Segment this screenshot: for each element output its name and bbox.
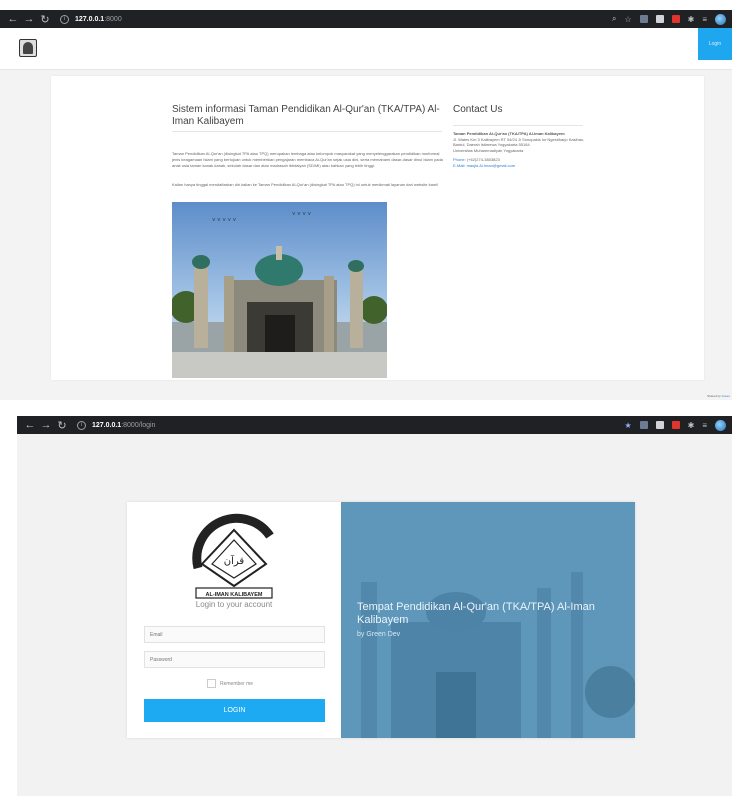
extension-icon[interactable] — [655, 421, 664, 429]
address-bar[interactable]: i 127.0.0.1 :8000/login — [77, 419, 155, 432]
url-host: 127.0.0.1 — [75, 15, 105, 23]
forward-arrow-icon[interactable]: → — [22, 13, 36, 25]
browser-toolbar: ← → ↻ i 127.0.0.1 :8000 ⌕ ☆ ✱ ≡ — [0, 10, 732, 28]
svg-text:˅ ˅ ˅ ˅ ˅: ˅ ˅ ˅ ˅ ˅ — [212, 218, 237, 224]
cta-paragraph: Kalian hanya tinggal mendaftarkan diri k… — [172, 182, 439, 187]
search-icon[interactable]: ⌕ — [612, 14, 616, 24]
extension-icon[interactable] — [655, 15, 664, 23]
contact-phone: Phone: (+62)274-3803823 E-Mail: masjid.A… — [453, 157, 593, 169]
contact-organization: Taman Pendidikan Al-Qur'an (TKA/TPA) Al-… — [453, 131, 565, 136]
bookmark-star-icon[interactable]: ☆ — [624, 15, 631, 24]
url-host: 127.0.0.1 — [92, 421, 122, 429]
credit-link[interactable]: Green — [722, 394, 730, 398]
hero-panel: Tempat Pendidikan Al-Qur'an (TKA/TPA) Al… — [341, 502, 635, 738]
site-info-icon[interactable]: i — [60, 14, 69, 24]
profile-avatar[interactable] — [715, 13, 726, 25]
svg-text:˅ ˅ ˅ ˅: ˅ ˅ ˅ ˅ — [292, 212, 312, 218]
remember-label: Remember me — [220, 680, 254, 687]
homepage-screenshot: ← → ↻ i 127.0.0.1 :8000 ⌕ ☆ ✱ ≡ Login Si… — [0, 10, 732, 400]
contact-title: Contact Us — [453, 104, 503, 115]
site-header: Login — [0, 28, 732, 70]
site-logo[interactable] — [19, 39, 37, 57]
login-card: قرآن AL-IMAN KALIBAYEM Login to your acc… — [127, 502, 635, 738]
extension-icon[interactable] — [639, 15, 648, 23]
divider — [172, 131, 442, 132]
back-arrow-icon[interactable]: ← — [23, 419, 37, 431]
extension-icon[interactable] — [671, 421, 680, 429]
remember-checkbox[interactable] — [207, 679, 216, 688]
back-arrow-icon[interactable]: ← — [6, 13, 20, 25]
login-subtitle: Login to your account — [195, 600, 273, 609]
contact-section: Contact Us Taman Pendidikan Al-Qur'an (T… — [453, 104, 593, 169]
password-field[interactable] — [144, 651, 325, 668]
login-form-panel: قرآن AL-IMAN KALIBAYEM Login to your acc… — [127, 502, 341, 738]
divider — [453, 125, 583, 126]
profile-avatar[interactable] — [715, 419, 726, 431]
reload-icon[interactable]: ↻ — [55, 419, 69, 432]
email-field[interactable] — [144, 626, 325, 643]
bookmark-star-icon[interactable]: ★ — [624, 421, 631, 430]
credit-prefix: Shared by — [707, 394, 721, 398]
header-login-button[interactable]: Login — [698, 28, 732, 60]
extension-icon[interactable] — [671, 15, 680, 23]
school-seal-logo: قرآن AL-IMAN KALIBAYEM — [192, 513, 274, 599]
browser-toolbar: ← → ↻ i 127.0.0.1 :8000/login ★ ✱ ≡ — [17, 416, 732, 434]
puzzle-icon[interactable]: ✱ — [688, 421, 695, 430]
site-info-icon[interactable]: i — [77, 420, 86, 430]
hero-subtitle: by Green Dev — [357, 631, 401, 638]
content-card: Sistem informasi Taman Pendidikan Al-Qur… — [51, 76, 704, 380]
remember-me[interactable]: Remember me — [207, 679, 253, 688]
svg-text:قرآن: قرآن — [224, 554, 245, 567]
seal-caption: AL-IMAN KALIBAYEM — [206, 592, 263, 598]
reload-icon[interactable]: ↻ — [38, 13, 52, 26]
mosque-image: ˅ ˅ ˅ ˅ ˅ ˅ ˅ ˅ ˅ — [172, 202, 387, 378]
contact-address: Jl. Wates Km 3 Kalibayem RT 04/24 Ji Son… — [453, 137, 585, 147]
address-bar[interactable]: i 127.0.0.1 :8000 — [60, 13, 122, 26]
email-link[interactable]: masjid.Al.Iman@gmail.com — [467, 163, 516, 168]
footer-credit: Shared by Green — [707, 394, 730, 398]
phone-number: (+62)274-3803823 — [466, 157, 500, 162]
extension-icon[interactable] — [639, 421, 648, 429]
url-path: :8000 — [104, 15, 122, 23]
reading-list-icon[interactable]: ≡ — [702, 15, 707, 24]
hero-title: Tempat Pendidikan Al-Qur'an (TKA/TPA) Al… — [357, 601, 595, 626]
forward-arrow-icon[interactable]: → — [39, 419, 53, 431]
contact-university: Universitas Muhammadiyah Yogyakarta — [453, 148, 524, 153]
intro-paragraph: Taman Pendidikan Al-Qur'an (disingkat TP… — [172, 151, 443, 168]
url-path: :8000/login — [121, 421, 156, 429]
login-screenshot: ← → ↻ i 127.0.0.1 :8000/login ★ ✱ ≡ قرآن… — [17, 416, 732, 796]
page-title: Sistem informasi Taman Pendidikan Al-Qur… — [172, 104, 440, 127]
phone-label[interactable]: Phone: — [453, 157, 466, 162]
login-button[interactable]: LOGIN — [144, 699, 325, 722]
email-label[interactable]: E-Mail: — [453, 163, 465, 168]
puzzle-icon[interactable]: ✱ — [688, 15, 695, 24]
reading-list-icon[interactable]: ≡ — [702, 421, 707, 430]
